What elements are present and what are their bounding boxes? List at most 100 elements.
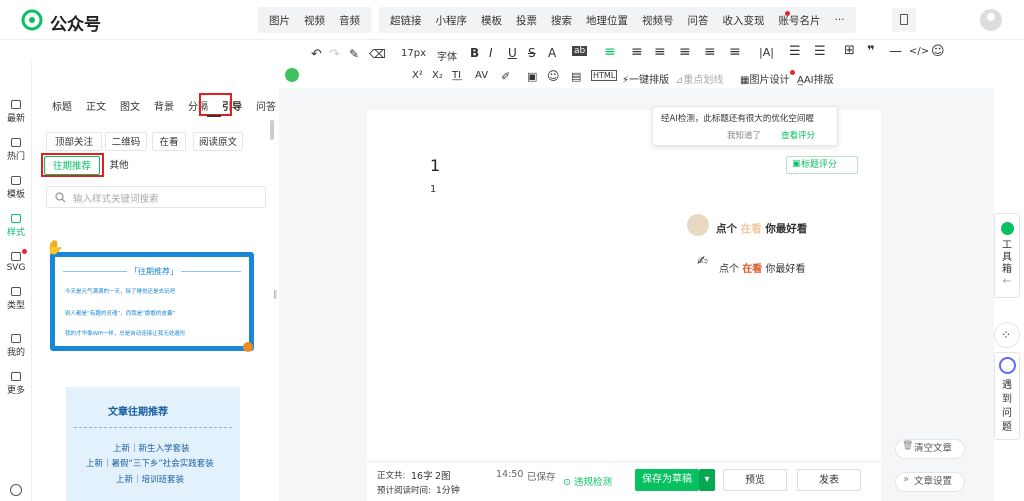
subtab-title[interactable]: 标题 <box>52 98 72 113</box>
italic-icon[interactable]: I <box>489 46 493 60</box>
format-brush-icon[interactable]: ✎ <box>349 47 359 61</box>
nav-hyperlink[interactable]: 超链接 <box>383 13 429 28</box>
rail-more[interactable]: 更多 <box>0 372 32 396</box>
save-status: 已保存 <box>527 472 556 483</box>
spacing-icon[interactable]: AV <box>475 70 488 81</box>
rail-hot[interactable]: 热门 <box>0 138 32 162</box>
bold-icon[interactable]: B <box>470 46 479 60</box>
panel-resize-handle[interactable]: ‖ <box>273 290 278 300</box>
card1-line3: 我的才华像Wifi一样，总是自动连接让我无处遁形 <box>65 331 186 337</box>
nav-monetize[interactable]: 收入变现 <box>716 13 772 28</box>
preview-button[interactable]: 预览 <box>723 469 787 491</box>
subtab-qa[interactable]: 问答 <box>256 98 276 113</box>
paragraph-icon[interactable]: ≡ <box>729 44 741 60</box>
font-color-icon[interactable]: A <box>548 46 556 60</box>
nav-more[interactable]: ··· <box>828 14 852 26</box>
mobile-preview-button[interactable] <box>892 8 916 32</box>
letter-spacing-icon[interactable]: |A| <box>759 46 774 59</box>
align-center-icon[interactable]: ≡ <box>631 44 643 60</box>
subtab-image-text[interactable]: 图文 <box>120 98 140 113</box>
rail-svg[interactable]: SVG <box>0 252 32 273</box>
underline-icon[interactable]: U <box>508 46 517 60</box>
toggle-icon[interactable] <box>285 68 299 82</box>
chip-read-original[interactable]: 阅读原文 <box>193 132 243 151</box>
svg-icon <box>11 252 21 261</box>
strike-icon[interactable]: S <box>528 46 536 60</box>
emoji2-icon[interactable]: ☺ <box>547 69 560 83</box>
magic-icon[interactable]: ✐ <box>501 70 510 83</box>
toolbox-tab[interactable]: 工 具 箱 ← <box>994 213 1020 298</box>
style-search-input[interactable]: 输入样式关键词搜索 <box>46 186 266 208</box>
image-design-button[interactable]: ▦图片设计 <box>740 71 789 86</box>
nav-vote[interactable]: 投票 <box>509 13 544 28</box>
rail-template[interactable]: 模板 <box>0 176 32 200</box>
feedback-tab[interactable]: 遇 到 问 题 <box>994 352 1020 440</box>
eraser-icon[interactable]: ⌫ <box>369 47 386 61</box>
quote-icon[interactable]: ❞ <box>867 44 875 59</box>
ai-layout-button[interactable]: A̲AI排版 <box>797 71 834 86</box>
chip-follow[interactable]: 顶部关注 <box>46 132 102 151</box>
headset-icon[interactable] <box>10 484 22 496</box>
nav-account-card[interactable]: 账号名片 <box>772 13 828 28</box>
apps-button[interactable]: ⁘ <box>994 322 1020 348</box>
nav-image[interactable]: 图片 <box>262 13 297 28</box>
image-insert-icon[interactable]: ▣ <box>527 70 537 83</box>
style-card-past-2[interactable]: 文章往期推荐 上新｜新生入学套装 上新｜暑假“三下乡”社会实践套装 上新｜培训班… <box>66 387 240 501</box>
chip-qrcode[interactable]: 二维码 <box>105 132 147 151</box>
save-draft-button[interactable]: 保存为草稿 <box>635 469 699 491</box>
rail-mine[interactable]: 我的 <box>0 334 32 358</box>
article-title[interactable]: 1 <box>430 156 440 175</box>
align-left-icon[interactable]: ≡ <box>604 44 616 60</box>
panel-scrollbar[interactable] <box>270 120 274 140</box>
chip-other[interactable]: 其他 <box>104 156 134 175</box>
rail-style[interactable]: 样式 <box>0 214 32 238</box>
article-body[interactable]: 1 <box>430 184 436 195</box>
subtab-background[interactable]: 背景 <box>154 98 174 113</box>
bg-color-icon[interactable]: ab <box>572 46 588 56</box>
nav-miniprogram[interactable]: 小程序 <box>429 13 475 28</box>
align-right-icon[interactable]: ≡ <box>654 44 666 60</box>
onekey-layout-button[interactable]: ⚡一键排版 <box>622 71 669 86</box>
avatar[interactable] <box>980 9 1002 31</box>
undo-icon[interactable]: ↶ <box>311 47 322 62</box>
fire-icon <box>11 138 21 147</box>
font-size-select[interactable]: 17px <box>401 48 426 59</box>
redo-icon[interactable]: ↷ <box>329 47 340 62</box>
ordered-list-icon[interactable]: ☰ <box>814 44 826 59</box>
nav-video[interactable]: 视频 <box>297 13 332 28</box>
rail-type[interactable]: 类型 <box>0 287 32 311</box>
line-height-icon[interactable]: ≡ <box>704 44 716 60</box>
tip-dismiss[interactable]: 我知道了 <box>727 129 761 141</box>
nav-qa[interactable]: 问答 <box>681 13 716 28</box>
publish-button[interactable]: 发表 <box>797 469 861 491</box>
tip-check-score[interactable]: 查看评分 <box>781 129 815 141</box>
nav-search[interactable]: 搜索 <box>544 13 579 28</box>
font-family-select[interactable]: 字体 <box>437 48 457 63</box>
subtab-body[interactable]: 正文 <box>86 98 106 113</box>
rail-latest[interactable]: 最新 <box>0 100 32 124</box>
style-card-past-1[interactable]: 「往期推荐」 今天是元气满满的一天，除了睡觉还是去玩吧 别人都是“有趣的灵魂”，… <box>50 252 254 351</box>
chip-wow[interactable]: 在看 <box>152 132 186 151</box>
divider-icon[interactable]: — <box>889 44 902 59</box>
indent-icon[interactable]: ≡ <box>679 44 691 60</box>
wow-line2: 点个 在看 你最好看 <box>719 260 805 275</box>
wow2-a: 点个 <box>719 264 739 275</box>
list-icon[interactable]: ☰ <box>789 44 801 59</box>
image-count: 2图 <box>435 471 451 482</box>
code-icon[interactable]: </> <box>909 46 929 57</box>
superscript-icon[interactable]: X² <box>412 70 423 81</box>
html-icon[interactable]: HTML <box>591 70 618 81</box>
nav-location[interactable]: 地理位置 <box>579 13 635 28</box>
table-icon[interactable]: ⊞ <box>844 43 855 58</box>
highlight-line-button[interactable]: ⊿重点划线 <box>675 71 723 86</box>
subscript-icon[interactable]: X₂ <box>432 70 443 81</box>
wow-line1: 点个 在看 你最好看 <box>716 221 807 236</box>
picture-icon[interactable]: ▤ <box>571 70 581 83</box>
nav-channels[interactable]: 视频号 <box>635 13 681 28</box>
emoji-icon[interactable]: ☺ <box>931 44 945 59</box>
nav-audio[interactable]: 音频 <box>332 13 367 28</box>
nav-template[interactable]: 模板 <box>474 13 509 28</box>
save-dropdown-icon[interactable]: ▾ <box>699 469 715 491</box>
violation-check-button[interactable]: ⊙ 违规检测 <box>563 474 612 488</box>
text-indent-icon[interactable]: T̲I̲ <box>452 70 461 81</box>
